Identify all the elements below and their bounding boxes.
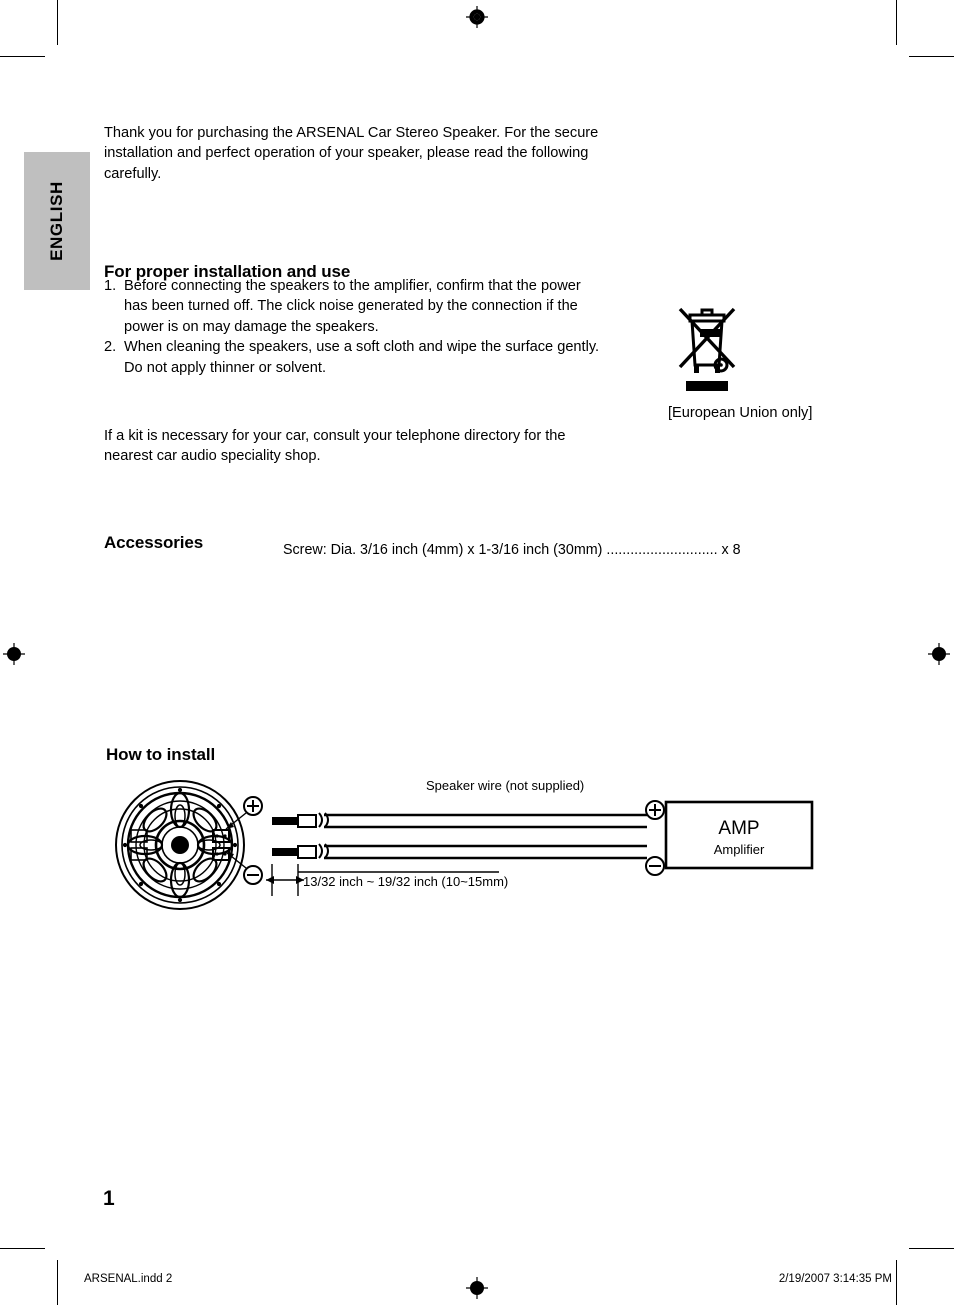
list-item-text: When cleaning the speakers, use a soft c… (124, 339, 600, 376)
list-item-number: 2. (104, 339, 117, 356)
manual-page: ENGLISH Thank you for purchasing the ARS… (0, 0, 954, 1305)
amplifier-box: AMP Amplifier (664, 800, 814, 870)
registration-target-right (928, 643, 950, 665)
speaker-negative-terminal-callout (225, 851, 263, 885)
crop-mark-bottom-left-horizontal (0, 1248, 45, 1249)
list-item: 1. Before connecting the speakers to the… (104, 276, 604, 337)
footer-file-label: ARSENAL.indd 2 (84, 1273, 173, 1285)
crossed-out-wheelie-bin-icon (678, 307, 736, 391)
crop-mark-top-left-vertical (57, 0, 58, 45)
registration-target-top (466, 6, 488, 28)
strip-length-label: 13/32 inch ~ 19/32 inch (10~15mm) (303, 874, 508, 889)
footer-timestamp: 2/19/2007 3:14:35 PM (778, 1273, 892, 1285)
speaker-wire-pair (272, 812, 647, 860)
amp-positive-terminal (645, 800, 665, 820)
crop-mark-top-right-vertical (896, 0, 897, 45)
speaker-positive-terminal-callout (225, 796, 263, 830)
speaker-wire-label: Speaker wire (not supplied) (426, 778, 584, 793)
crop-mark-top-right-horizontal (909, 56, 954, 57)
crop-mark-top-left-horizontal (0, 56, 45, 57)
list-item: 2. When cleaning the speakers, use a sof… (104, 337, 604, 378)
weee-block: [European Union only] (668, 303, 848, 421)
installation-wiring-diagram: 13/32 inch ~ 19/32 inch (10~15mm) Speake… (104, 772, 834, 917)
registration-target-left (3, 643, 25, 665)
kit-note-paragraph: If a kit is necessary for your car, cons… (104, 427, 566, 465)
list-item-number: 1. (104, 278, 117, 294)
section-heading-how-to-install: How to install (106, 745, 216, 765)
language-tab-label: ENGLISH (47, 181, 66, 261)
crop-mark-bottom-right-horizontal (909, 1248, 954, 1249)
amp-title: AMP (718, 818, 759, 839)
intro-paragraph: Thank you for purchasing the ARSENAL Car… (104, 124, 599, 182)
accessory-item-screw: Screw: Dia. 3/16 inch (4mm) x 1-3/16 inc… (283, 542, 741, 558)
section-heading-accessories: Accessories (104, 533, 204, 553)
crop-mark-bottom-left-vertical (57, 1260, 58, 1305)
amp-negative-terminal (645, 856, 665, 876)
crop-mark-bottom-right-vertical (896, 1260, 897, 1305)
registration-target-bottom (466, 1277, 488, 1299)
page-number: 1 (103, 1187, 115, 1210)
weee-caption: [European Union only] (668, 405, 813, 421)
proper-installation-list: 1. Before connecting the speakers to the… (104, 276, 604, 378)
language-tab-english: ENGLISH (24, 152, 90, 290)
amp-subtitle: Amplifier (714, 842, 765, 857)
list-item-text: Before connecting the speakers to the am… (124, 278, 581, 335)
speaker-grille-icon (115, 780, 245, 910)
